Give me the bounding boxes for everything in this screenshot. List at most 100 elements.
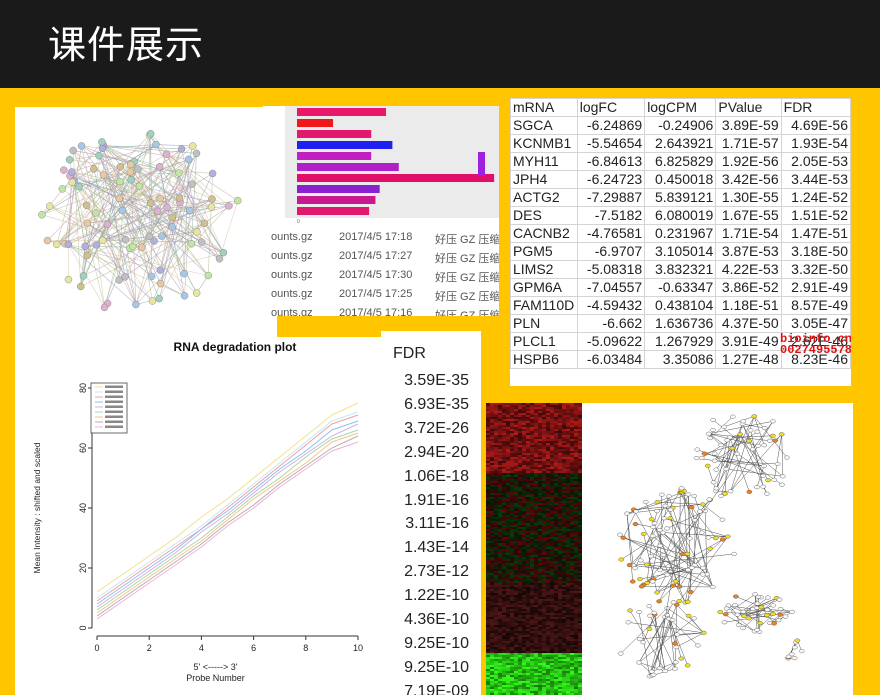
heatmap-cell	[558, 631, 562, 633]
heatmap-cell	[562, 681, 566, 683]
heatmap-cell	[566, 563, 570, 565]
heatmap-cell	[566, 479, 570, 481]
network-node	[163, 203, 171, 212]
heatmap-cell	[502, 421, 506, 423]
heatmap-cell	[498, 567, 502, 569]
heatmap-cell	[558, 461, 562, 463]
heatmap-cell	[530, 491, 534, 493]
heatmap-cell	[534, 645, 538, 647]
heatmap-cell	[522, 661, 526, 663]
heatmap-cell	[510, 503, 514, 505]
heatmap-cell	[498, 651, 502, 653]
heatmap-cell	[502, 569, 506, 571]
heatmap-cell	[518, 409, 522, 411]
heatmap-cell	[558, 473, 562, 475]
heatmap-cell	[514, 523, 518, 525]
heatmap-cell	[534, 473, 538, 475]
heatmap-cell	[514, 461, 518, 463]
heatmap-cell	[570, 579, 574, 581]
heatmap-cell	[490, 569, 494, 571]
heatmap-cell	[546, 537, 550, 539]
heatmap-cell	[486, 611, 490, 613]
file-row[interactable]: ounts.gz2017/4/5 17:30好压 GZ 压缩文	[263, 266, 499, 285]
heatmap-cell	[546, 571, 550, 573]
heatmap-cell	[490, 521, 494, 523]
heatmap-cell	[558, 675, 562, 677]
heatmap-cell	[526, 687, 530, 689]
heatmap-cell	[542, 633, 546, 635]
heatmap-cell	[542, 679, 546, 681]
heatmap-cell	[498, 445, 502, 447]
heatmap-cell	[542, 677, 546, 679]
heatmap-cell	[550, 685, 554, 687]
heatmap-cell	[542, 543, 546, 545]
network-node	[192, 149, 201, 158]
heatmap-cell	[510, 639, 514, 641]
heatmap-cell	[542, 525, 546, 527]
heatmap-cell	[514, 525, 518, 527]
heatmap-cell	[498, 403, 502, 405]
heatmap-cell	[566, 687, 570, 689]
heatmap-cell	[510, 465, 514, 467]
heatmap-cell	[518, 661, 522, 663]
heatmap-cell	[494, 615, 498, 617]
heatmap-cell	[538, 563, 542, 565]
heatmap-cell	[506, 473, 510, 475]
heatmap-cell	[546, 581, 550, 583]
heatmap-cell	[514, 631, 518, 633]
network-node	[761, 426, 768, 431]
heatmap-cell	[566, 669, 570, 671]
heatmap-cell	[538, 551, 542, 553]
heatmap-cell	[514, 603, 518, 605]
heatmap-cell	[514, 535, 518, 537]
heatmap-cell	[538, 529, 542, 531]
heatmap-cell	[514, 647, 518, 649]
fdr-column-header: FDR	[393, 345, 426, 362]
heatmap-cell	[550, 459, 554, 461]
network-node	[68, 178, 76, 186]
heatmap-cell	[534, 561, 538, 563]
heatmap-cell	[502, 545, 506, 547]
heatmap-cell	[566, 511, 570, 513]
table-cell: -4.59432	[576, 296, 646, 315]
heatmap-cell	[550, 599, 554, 601]
heatmap-cell	[518, 415, 522, 417]
heatmap-cell	[510, 681, 514, 683]
heatmap-cell	[490, 525, 494, 527]
heatmap-cell	[506, 525, 510, 527]
heatmap-cell	[562, 661, 566, 663]
heatmap-cell	[486, 671, 490, 673]
heatmap-cell	[502, 591, 506, 593]
heatmap-cell	[538, 619, 542, 621]
heatmap-cell	[550, 429, 554, 431]
heatmap-cell	[518, 595, 522, 597]
heatmap-cell	[534, 423, 538, 425]
heatmap-cell	[502, 495, 506, 497]
heatmap-cell	[518, 441, 522, 443]
heatmap-cell	[554, 467, 558, 469]
file-row[interactable]: ounts.gz2017/4/5 17:25好压 GZ 压缩文	[263, 285, 499, 304]
heatmap-cell	[530, 673, 534, 675]
heatmap-cell	[538, 477, 542, 479]
heatmap-cell	[522, 567, 526, 569]
heatmap-cell	[526, 663, 530, 665]
heatmap-cell	[546, 439, 550, 441]
heatmap-cell	[494, 619, 498, 621]
heatmap-cell	[554, 491, 558, 493]
heatmap-cell	[562, 403, 566, 405]
heatmap-cell	[518, 659, 522, 661]
heatmap-cell	[546, 475, 550, 477]
network-node	[709, 584, 716, 589]
heatmap-cell	[538, 661, 542, 663]
table-cell: KCNMB1	[510, 134, 578, 153]
heatmap-cell	[554, 547, 558, 549]
file-row[interactable]: ounts.gz2017/4/5 17:16好压 GZ 压缩文	[263, 304, 499, 316]
file-row[interactable]: ounts.gz2017/4/5 17:27好压 GZ 压缩文	[263, 247, 499, 266]
network-node	[180, 292, 189, 300]
file-row[interactable]: ounts.gz2017/4/5 17:18好压 GZ 压缩文	[263, 228, 499, 247]
heatmap-cell	[534, 425, 538, 427]
heatmap-cell	[498, 615, 502, 617]
heatmap-cell	[542, 487, 546, 489]
heatmap-cell	[490, 481, 494, 483]
heatmap-cell	[490, 543, 494, 545]
